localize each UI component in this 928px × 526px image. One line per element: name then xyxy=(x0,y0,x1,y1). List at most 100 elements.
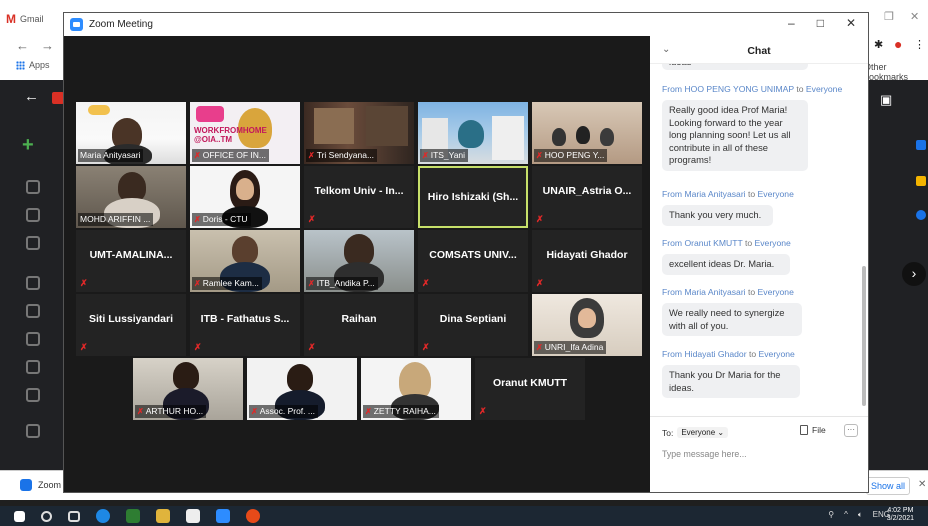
compose-icon[interactable]: + xyxy=(22,134,34,157)
participant-label: ✗ UNRI_Ifa Adina xyxy=(534,341,607,354)
participant-name: Raihan xyxy=(341,313,377,325)
chrome-taskbar-icon[interactable] xyxy=(246,509,260,523)
muted-mic-icon: ✗ xyxy=(251,407,258,416)
zoom-logo-icon xyxy=(70,18,83,31)
participant-tile[interactable]: ✗ UNRI_Ifa Adina xyxy=(532,294,642,356)
gmail-back-icon[interactable]: ← xyxy=(24,88,39,105)
muted-mic-icon: ✗ xyxy=(194,215,201,224)
tasks-addon-icon[interactable] xyxy=(916,210,926,220)
participant-tile[interactable]: ITB - Fathatus S... ✗ xyxy=(190,294,300,356)
logo-decoration xyxy=(88,105,110,115)
participant-tile[interactable]: COMSATS UNIV... ✗ xyxy=(418,230,528,292)
drafts-icon[interactable] xyxy=(26,304,40,318)
chat-panel: ⌄ Chat ideas From HOO PENG YONG UNIMAP t… xyxy=(650,36,868,492)
snoozed-icon[interactable] xyxy=(26,236,40,250)
participant-tile[interactable]: WORKFROMHOME @OIA..TM ✗ OFFICE OF IN... xyxy=(190,102,300,164)
participant-tile-active-speaker[interactable]: Hiro Ishizaki (Sh... xyxy=(418,166,528,228)
taskbar-clock[interactable]: 4:02 PM 3/2/2021 xyxy=(887,507,914,523)
message-sender-line: From HOO PENG YONG UNIMAP to Everyone xyxy=(662,84,843,94)
close-browser-icon[interactable]: ✕ xyxy=(910,10,919,23)
print-icon[interactable]: ▣ xyxy=(880,92,892,108)
restore-icon[interactable]: ❐ xyxy=(884,10,894,23)
participant-tile[interactable]: ✗ HOO PENG Y... xyxy=(532,102,642,164)
camera-logo-icon xyxy=(196,106,224,122)
participant-label: MOHD ARIFFIN ... xyxy=(78,213,154,226)
more-options-button[interactable]: ··· xyxy=(844,424,858,437)
participant-tile[interactable]: ✗ Ramlee Kam... xyxy=(190,230,300,292)
keep-addon-icon[interactable] xyxy=(916,176,926,186)
participant-tile[interactable]: Raihan ✗ xyxy=(304,294,414,356)
file-button[interactable]: File xyxy=(800,425,826,435)
window-controls: – □ ✕ xyxy=(788,16,856,30)
participant-tile[interactable]: ✗ Assoc. Prof. ... xyxy=(247,358,357,420)
participant-tile[interactable]: Hidayati Ghador ✗ xyxy=(532,230,642,292)
people-icon[interactable]: ⚲ xyxy=(828,510,834,520)
profile-avatar-icon[interactable]: ● xyxy=(894,36,902,52)
participant-tile[interactable]: Maria Anityasari xyxy=(76,102,186,164)
sent-icon[interactable] xyxy=(26,276,40,290)
edge-icon[interactable] xyxy=(96,509,110,523)
app-icon[interactable] xyxy=(186,509,200,523)
minimize-button[interactable]: – xyxy=(788,16,795,30)
gmail-tab[interactable]: M Gmail xyxy=(6,10,44,28)
next-arrow-icon[interactable]: › xyxy=(902,262,926,286)
inbox-icon[interactable] xyxy=(26,180,40,194)
back-arrow-icon[interactable]: ← xyxy=(16,38,29,53)
participant-tile[interactable]: MOHD ARIFFIN ... xyxy=(76,166,186,228)
participant-tile[interactable]: ✗ Doris - CTU xyxy=(190,166,300,228)
participant-tile[interactable]: ✗ Tri Sendyana... xyxy=(304,102,414,164)
muted-mic-icon: ✗ xyxy=(308,214,316,224)
participant-tile[interactable]: Siti Lussiyandari ✗ xyxy=(76,294,186,356)
participant-tile[interactable]: Telkom Univ - In... ✗ xyxy=(304,166,414,228)
clock-icon[interactable] xyxy=(26,332,40,346)
participant-tile[interactable]: ✗ ITS_Yani xyxy=(418,102,528,164)
star-icon[interactable] xyxy=(26,360,40,374)
participant-tile[interactable]: UMT-AMALINA... ✗ xyxy=(76,230,186,292)
clock-time: 4:02 PM xyxy=(887,507,914,514)
cloud-icon[interactable] xyxy=(26,424,40,438)
chat-header: ⌄ Chat xyxy=(650,36,868,64)
chat-title: Chat xyxy=(747,45,771,57)
participant-label: ✗ Doris - CTU xyxy=(192,213,251,226)
gmail-sidebar: ← + xyxy=(0,80,64,470)
browser-menu-icon[interactable]: ⋮ xyxy=(914,38,925,51)
muted-mic-icon: ✗ xyxy=(479,406,487,416)
close-downloads-icon[interactable]: ✕ xyxy=(918,479,926,490)
participant-tile[interactable]: Dina Septiani ✗ xyxy=(418,294,528,356)
volume-icon[interactable]: 🔈︎ xyxy=(858,510,863,520)
gmail-icon: M xyxy=(6,12,16,26)
other-bookmarks[interactable]: Other bookmarks xyxy=(864,62,924,82)
participant-tile[interactable]: ✗ ITB_Andika P... xyxy=(304,230,414,292)
maximize-button[interactable]: □ xyxy=(817,16,824,30)
participant-tile[interactable]: ✗ ZETTY RAIHA... xyxy=(361,358,471,420)
wall-decoration xyxy=(314,108,354,144)
starred-icon[interactable] xyxy=(26,208,40,222)
close-button[interactable]: ✕ xyxy=(846,16,856,30)
show-all-button[interactable]: Show all xyxy=(866,477,911,495)
calendar-addon-icon[interactable] xyxy=(916,140,926,150)
recipient-select[interactable]: Everyone ⌄ xyxy=(677,427,729,438)
apps-grid-icon xyxy=(16,60,25,70)
task-view-icon[interactable] xyxy=(68,510,80,522)
windows-start-icon[interactable] xyxy=(14,510,25,522)
apps-shortcut[interactable]: Apps xyxy=(16,60,50,70)
muted-mic-icon: ✗ xyxy=(308,342,316,352)
extension-pin-icon[interactable]: ✱ xyxy=(874,38,883,51)
participant-tile[interactable]: UNAIR_Astria O... ✗ xyxy=(532,166,642,228)
trash-icon[interactable] xyxy=(26,388,40,402)
muted-mic-icon: ✗ xyxy=(80,342,88,352)
chat-scrollbar[interactable] xyxy=(862,266,866,406)
store-icon[interactable] xyxy=(126,509,140,523)
participant-tile[interactable]: Oranut KMUTT ✗ xyxy=(475,358,585,420)
forward-arrow-icon[interactable]: → xyxy=(41,38,54,53)
download-item[interactable]: Zoom xyxy=(20,479,61,491)
chat-messages[interactable]: ideas From HOO PENG YONG UNIMAP to Every… xyxy=(650,64,868,404)
participant-tile[interactable]: ✗ ARTHUR HO... xyxy=(133,358,243,420)
tray-chevron-icon[interactable]: ^ xyxy=(844,510,848,520)
participant-label: ✗ ITS_Yani xyxy=(420,149,469,162)
zoom-taskbar-icon[interactable] xyxy=(216,509,230,523)
chevron-down-icon: ⌄ xyxy=(717,428,725,437)
file-explorer-icon[interactable] xyxy=(156,509,170,523)
search-icon[interactable] xyxy=(41,510,52,522)
chat-message-input[interactable] xyxy=(662,445,858,463)
